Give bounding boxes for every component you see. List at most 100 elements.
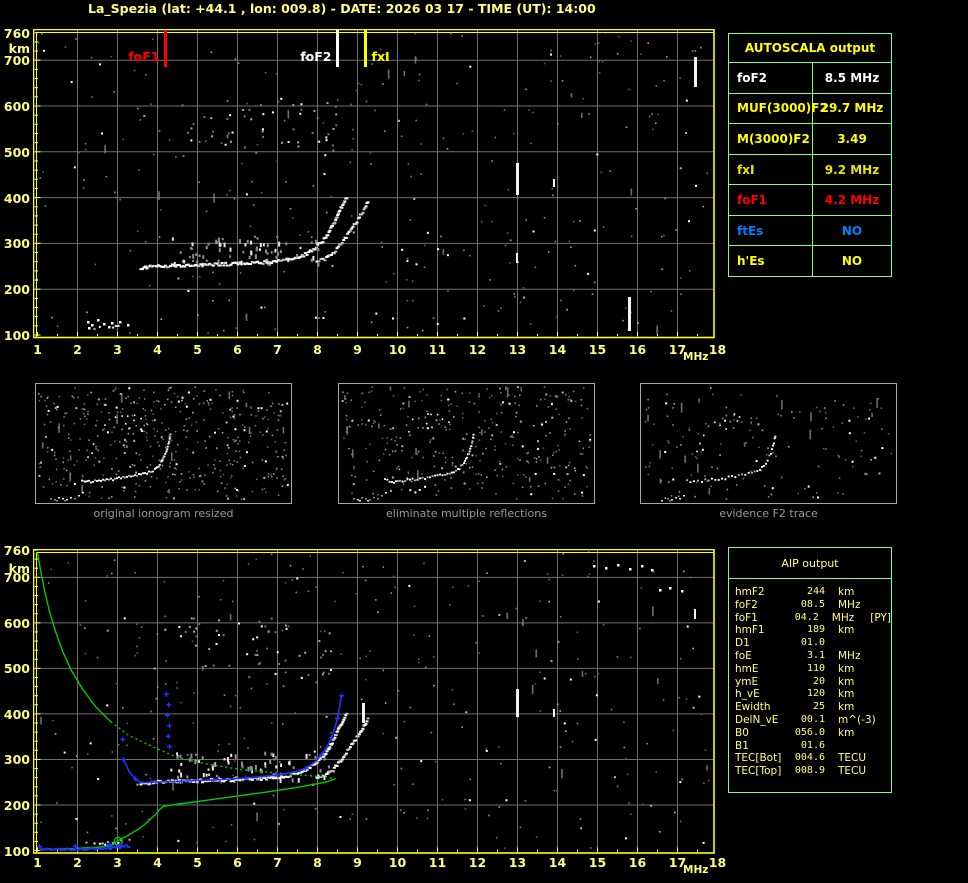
aip-row: TEC[Top]008.9TECU — [735, 765, 891, 778]
aip-row: Ewidth25km — [735, 701, 891, 714]
table-row-foF1: foF1 4.2 MHz — [729, 185, 891, 216]
parameter-label: foF2 — [729, 63, 813, 93]
aip-row: hmF2244km — [735, 586, 891, 599]
table-row-ftEs: ftEs NO — [729, 216, 891, 247]
x-tick-label: 14 — [545, 343, 571, 356]
aip-row: DelN_vE00.1m^(-3) — [735, 714, 891, 727]
o-mode-echo-trace — [140, 713, 349, 786]
x-tick-label: 11 — [425, 343, 451, 356]
parameter-unit — [825, 740, 874, 753]
x-tick-label: 1 — [25, 856, 51, 869]
station-date-time-title: La_Spezia (lat: +44.1 , lon: 009.8) - DA… — [88, 1, 596, 16]
parameter-unit: km — [825, 586, 874, 599]
parameter-label: foF1 — [729, 185, 813, 215]
aip-row: foF104.2MHz[PY] — [735, 612, 891, 625]
thumbnail-multiple-reflections — [338, 383, 595, 504]
parameter-label: MUF(3000)F2 — [729, 94, 813, 124]
parameter-label: B0 — [735, 727, 785, 740]
parameter-value: 01.0 — [785, 637, 825, 650]
parameter-value: 3.49 — [813, 124, 891, 154]
x-tick-label: 12 — [465, 856, 491, 869]
o-mode-echo-trace — [140, 197, 349, 270]
y-tick-label: 760 — [2, 544, 30, 557]
parameter-label: foF2 — [735, 599, 785, 612]
thumbnail-canvas — [641, 384, 896, 503]
x-tick-label: 12 — [465, 343, 491, 356]
x-tick-label: 5 — [185, 343, 211, 356]
x-tick-label: 8 — [305, 856, 331, 869]
x-tick-label: 1 — [25, 343, 51, 356]
parameter-label: hmF2 — [735, 586, 785, 599]
table-row-MUF3000F2: MUF(3000)F2 29.7 MHz — [729, 94, 891, 125]
x-tick-label: 6 — [225, 343, 251, 356]
parameter-label: foF1 — [735, 612, 782, 625]
parameter-value: 8.5 MHz — [813, 63, 891, 93]
x-tick-label: 3 — [105, 343, 131, 356]
thumbnail-caption: evidence F2 trace — [640, 507, 897, 520]
x-tick-label: 4 — [145, 343, 171, 356]
autoscala-table-title: AUTOSCALA output — [729, 34, 891, 63]
x-tick-label: 2 — [65, 343, 91, 356]
x-tick-label: 6 — [225, 856, 251, 869]
thumbnail-caption: original ionogram resized — [35, 507, 292, 520]
y-tick-label: 400 — [2, 192, 30, 205]
aip-row: TEC[Bot]004.6TECU — [735, 752, 891, 765]
parameter-value: 25 — [785, 701, 825, 714]
parameter-value: 056.0 — [785, 727, 825, 740]
marker-fxI-bar — [364, 30, 367, 67]
y-axis-unit: km — [2, 42, 30, 55]
autoscala-output-table: AUTOSCALA output foF2 8.5 MHz MUF(3000)F… — [728, 33, 892, 277]
marker-foF2-bar — [336, 30, 339, 67]
parameter-label: Ewidth — [735, 701, 785, 714]
x-tick-label: 5 — [185, 856, 211, 869]
parameter-flag — [874, 650, 879, 663]
aip-row: foF208.5MHz — [735, 599, 891, 612]
y-tick-label: 200 — [2, 799, 30, 812]
parameter-flag — [874, 714, 879, 727]
x-tick-label: 4 — [145, 856, 171, 869]
aip-row: hmE110km — [735, 663, 891, 676]
y-tick-label: 300 — [2, 753, 30, 766]
x-mode-echo-trace — [316, 717, 370, 778]
parameter-unit: km — [825, 676, 874, 689]
ionogram-canvas: foF1foF2fxI — [33, 29, 715, 340]
parameter-flag — [874, 701, 879, 714]
parameter-value: 08.5 — [785, 599, 825, 612]
parameter-value: 110 — [785, 663, 825, 676]
parameter-flag — [874, 727, 879, 740]
x-tick-label: 15 — [585, 856, 611, 869]
x-tick-label: 15 — [585, 343, 611, 356]
y-tick-label: 500 — [2, 662, 30, 675]
thumbnail-canvas — [339, 384, 594, 503]
parameter-unit: km — [825, 624, 874, 637]
parameter-unit: km — [825, 727, 874, 740]
parameter-value: 008.9 — [785, 765, 825, 778]
x-axis-unit: MHz — [683, 351, 708, 363]
aip-output-table: AIP output hmF2244kmfoF208.5MHzfoF104.2M… — [728, 547, 892, 793]
parameter-value: 00.1 — [785, 714, 825, 727]
parameter-flag — [874, 688, 879, 701]
marker-fxI-label: fxI — [372, 49, 390, 64]
parameter-flag — [874, 765, 879, 778]
parameter-unit: MHz — [825, 599, 874, 612]
parameter-value: 01.6 — [785, 740, 825, 753]
y-tick-label: 300 — [2, 237, 30, 250]
parameter-unit: TECU — [825, 765, 874, 778]
x-tick-label: 7 — [265, 343, 291, 356]
parameter-label: hmF1 — [735, 624, 785, 637]
y-tick-label: 100 — [2, 329, 30, 342]
parameter-value: 29.7 MHz — [813, 94, 891, 124]
profile-canvas — [33, 549, 715, 855]
x-tick-label: 14 — [545, 856, 571, 869]
parameter-value: 9.2 MHz — [813, 155, 891, 185]
parameter-flag — [874, 637, 879, 650]
x-tick-label: 9 — [345, 343, 371, 356]
aip-row: B0056.0km — [735, 727, 891, 740]
parameter-flag: [PY] — [865, 612, 891, 625]
parameter-unit: km — [825, 701, 874, 714]
restored-e-trace — [37, 842, 130, 851]
table-row-fxI: fxI 9.2 MHz — [729, 155, 891, 186]
parameter-unit: m^(-3) — [825, 714, 874, 727]
parameter-unit: MHz — [825, 650, 874, 663]
ionogram-plot: foF1foF2fxI — [33, 29, 715, 340]
